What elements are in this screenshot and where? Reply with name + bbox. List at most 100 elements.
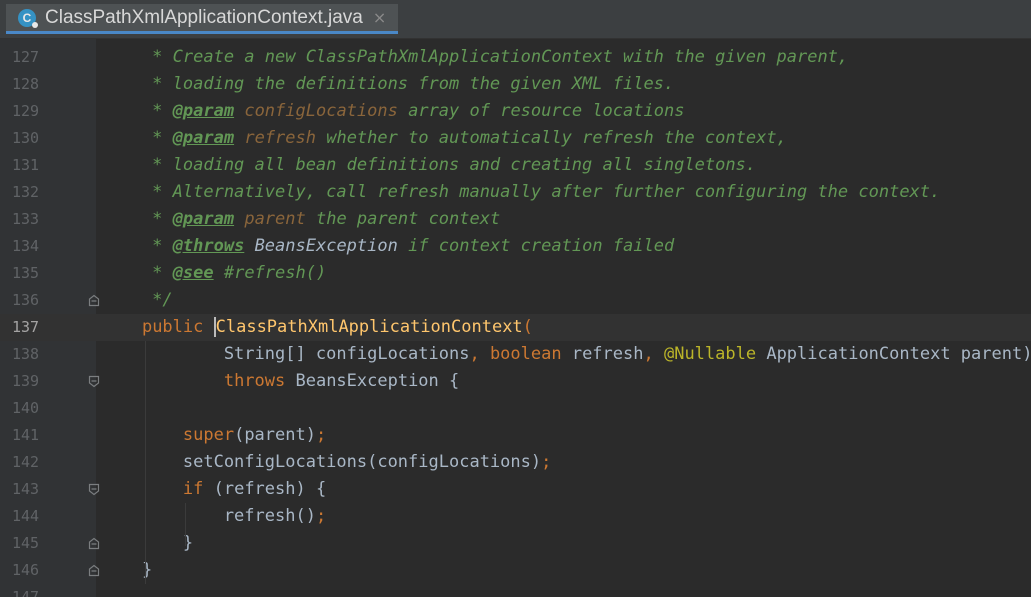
code-line[interactable]: 138 String[] configLocations, boolean re…: [0, 341, 1031, 368]
class-icon-letter: C: [22, 10, 32, 25]
code-text[interactable]: * loading the definitions from the given…: [101, 71, 674, 98]
fold-end-icon[interactable]: [88, 537, 100, 550]
code-line[interactable]: 147: [0, 584, 1031, 597]
line-number[interactable]: 138: [12, 341, 72, 368]
code-text[interactable]: public ClassPathXmlApplicationContext(: [101, 314, 533, 341]
code-token: * Create a new ClassPathXmlApplicationCo…: [101, 47, 849, 67]
code-token: * loading the definitions from the given…: [101, 74, 675, 94]
code-token: (: [522, 317, 533, 337]
code-token: public: [141, 317, 204, 337]
code-line[interactable]: 128 * loading the definitions from the g…: [0, 71, 1031, 98]
code-text[interactable]: */: [101, 287, 172, 314]
code-line[interactable]: 143 if (refresh) {: [0, 476, 1031, 503]
code-line[interactable]: 136 */: [0, 287, 1031, 314]
line-number[interactable]: 147: [12, 584, 72, 597]
line-number[interactable]: 130: [12, 125, 72, 152]
line-number[interactable]: 144: [12, 503, 72, 530]
fold-start-icon[interactable]: [88, 375, 100, 388]
tab-title: ClassPathXmlApplicationContext.java: [45, 6, 363, 28]
fold-start-icon[interactable]: [88, 483, 100, 496]
line-number[interactable]: 141: [12, 422, 72, 449]
line-number[interactable]: 127: [12, 44, 72, 71]
code-line[interactable]: 134 * @throws BeansException if context …: [0, 233, 1031, 260]
code-line[interactable]: 146 }: [0, 557, 1031, 584]
line-number[interactable]: 142: [12, 449, 72, 476]
code-line[interactable]: 127 * Create a new ClassPathXmlApplicati…: [0, 44, 1031, 71]
close-tab-icon[interactable]: ×: [373, 8, 386, 27]
line-number[interactable]: 129: [12, 98, 72, 125]
line-number[interactable]: 128: [12, 71, 72, 98]
code-text[interactable]: * @param configLocations array of resour…: [101, 98, 684, 125]
indent-guide: [145, 341, 146, 584]
code-token: parent: [244, 209, 306, 229]
code-token: configLocations: [244, 101, 398, 121]
code-line[interactable]: 131 * loading all bean definitions and c…: [0, 152, 1031, 179]
code-text[interactable]: * loading all bean definitions and creat…: [101, 152, 756, 179]
code-token: ;: [315, 425, 327, 445]
code-text[interactable]: * @see #refresh(): [101, 260, 326, 287]
code-editor[interactable]: 127 * Create a new ClassPathXmlApplicati…: [0, 39, 1031, 597]
code-token: refresh: [561, 344, 644, 364]
code-text[interactable]: if (refresh) {: [101, 476, 326, 503]
code-token: @param: [172, 209, 235, 229]
code-text[interactable]: * @throws BeansException if context crea…: [101, 233, 674, 260]
code-line[interactable]: 141 super(parent);: [0, 422, 1031, 449]
code-line[interactable]: 145 }: [0, 530, 1031, 557]
code-text[interactable]: * Create a new ClassPathXmlApplicationCo…: [101, 44, 848, 71]
code-line[interactable]: 130 * @param refresh whether to automati…: [0, 125, 1031, 152]
code-text[interactable]: * Alternatively, call refresh manually a…: [101, 179, 940, 206]
code-line[interactable]: 132 * Alternatively, call refresh manual…: [0, 179, 1031, 206]
code-line[interactable]: 142 setConfigLocations(configLocations);: [0, 449, 1031, 476]
line-number[interactable]: 133: [12, 206, 72, 233]
code-text[interactable]: }: [101, 530, 193, 557]
line-number[interactable]: 137: [12, 314, 72, 341]
code-text[interactable]: refresh();: [101, 503, 326, 530]
code-token: @param: [172, 101, 235, 121]
line-number[interactable]: 135: [12, 260, 72, 287]
code-token: BeansException: [254, 236, 398, 256]
code-line[interactable]: 129 * @param configLocations array of re…: [0, 98, 1031, 125]
code-text[interactable]: throws BeansException {: [101, 368, 459, 395]
code-text[interactable]: setConfigLocations(configLocations);: [101, 449, 551, 476]
code-line[interactable]: 139 throws BeansException {: [0, 368, 1031, 395]
code-line[interactable]: 133 * @param parent the parent context: [0, 206, 1031, 233]
line-number[interactable]: 132: [12, 179, 72, 206]
code-line[interactable]: 137 public ClassPathXmlApplicationContex…: [0, 314, 1031, 341]
code-token: @see: [172, 263, 214, 283]
class-icon-dot: [32, 21, 38, 28]
code-token: (parent): [234, 425, 316, 445]
line-number[interactable]: 145: [12, 530, 72, 557]
code-text[interactable]: * @param refresh whether to automaticall…: [101, 125, 787, 152]
code-token: BeansException {: [285, 371, 460, 391]
line-number[interactable]: 140: [12, 395, 72, 422]
code-token: ,: [643, 344, 664, 364]
code-line[interactable]: 135 * @see #refresh(): [0, 260, 1031, 287]
line-number[interactable]: 143: [12, 476, 72, 503]
editor-tab[interactable]: C ClassPathXmlApplicationContext.java ×: [6, 4, 398, 34]
code-text[interactable]: super(parent);: [101, 422, 326, 449]
code-token: @Nullable: [663, 344, 757, 364]
line-number[interactable]: 134: [12, 233, 72, 260]
code-line[interactable]: 144 refresh();: [0, 503, 1031, 530]
code-token: array of resource locations: [397, 101, 685, 121]
code-text[interactable]: String[] configLocations, boolean refres…: [101, 341, 1031, 368]
line-number[interactable]: 136: [12, 287, 72, 314]
line-number[interactable]: 146: [12, 557, 72, 584]
code-token: setConfigLocations(configLocations): [101, 452, 542, 472]
code-text[interactable]: * @param parent the parent context: [101, 206, 500, 233]
code-line[interactable]: 140: [0, 395, 1031, 422]
line-number[interactable]: 139: [12, 368, 72, 395]
code-token: }: [101, 533, 194, 553]
fold-end-icon[interactable]: [88, 564, 100, 577]
fold-end-icon[interactable]: [88, 294, 100, 307]
line-number[interactable]: 131: [12, 152, 72, 179]
editor-tab-bar: C ClassPathXmlApplicationContext.java ×: [0, 0, 1031, 39]
code-token: ;: [541, 452, 552, 472]
code-token: @throws: [172, 236, 245, 256]
